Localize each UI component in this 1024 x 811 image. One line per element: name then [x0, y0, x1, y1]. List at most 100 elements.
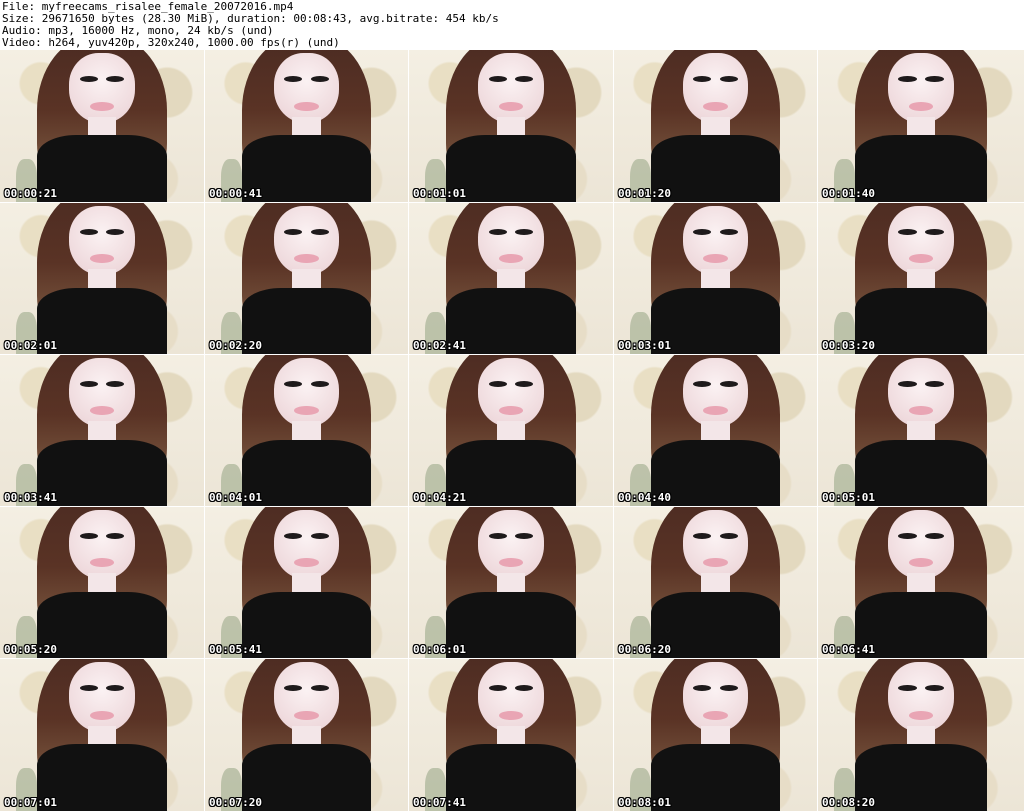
neck [906, 269, 936, 288]
thumbnail-timestamp: 00:02:41 [413, 339, 466, 352]
thumbnail-timestamp: 00:06:41 [822, 643, 875, 656]
lips [908, 710, 934, 720]
face [888, 510, 954, 580]
eye-left [898, 75, 917, 82]
video-thumbnail: 00:07:20 [205, 659, 408, 811]
video-thumbnail: 00:03:41 [0, 355, 204, 506]
eye-right [310, 75, 329, 82]
eye-right [106, 75, 125, 82]
neck [701, 573, 730, 592]
video-thumbnail: 00:04:01 [205, 355, 408, 506]
face [683, 358, 748, 428]
neck [906, 421, 936, 440]
eye-left [898, 532, 917, 539]
eye-right [106, 228, 125, 235]
eye-left [284, 532, 303, 539]
eye-right [925, 228, 944, 235]
video-thumbnail: 00:08:01 [614, 659, 817, 811]
eye-right [925, 75, 944, 82]
face [888, 358, 954, 428]
eye-right [719, 532, 738, 539]
thumbnail-grid: 00:00:21 00:00:41 00:01:01 00:01:20 00:0… [0, 50, 1024, 811]
eye-right [515, 684, 534, 691]
video-thumbnail: 00:05:01 [818, 355, 1024, 506]
video-thumbnail: 00:00:41 [205, 50, 408, 202]
neck [292, 269, 321, 288]
eye-left [693, 380, 712, 387]
eye-left [284, 684, 303, 691]
eye-right [515, 380, 534, 387]
video-thumbnail: 00:04:21 [409, 355, 613, 506]
thumbnail-timestamp: 00:01:20 [618, 187, 671, 200]
face [274, 206, 339, 276]
eye-left [79, 228, 98, 235]
eye-right [515, 75, 534, 82]
lips [908, 101, 934, 111]
eye-left [79, 75, 98, 82]
eye-left [79, 380, 98, 387]
face [69, 662, 135, 732]
neck [87, 116, 117, 136]
thumbnail-timestamp: 00:03:41 [4, 491, 57, 504]
neck [87, 421, 117, 440]
eye-left [693, 532, 712, 539]
eye-left [79, 684, 98, 691]
thumbnail-timestamp: 00:02:01 [4, 339, 57, 352]
face [274, 510, 339, 580]
thumbnail-timestamp: 00:07:41 [413, 796, 466, 809]
video-thumbnail: 00:01:01 [409, 50, 613, 202]
eye-right [515, 532, 534, 539]
face [478, 206, 544, 276]
eye-right [925, 380, 944, 387]
thumbnail-timestamp: 00:02:20 [209, 339, 262, 352]
neck [496, 116, 526, 136]
lips [703, 101, 728, 111]
thumbnail-timestamp: 00:06:20 [618, 643, 671, 656]
video-thumbnail: 00:07:01 [0, 659, 204, 811]
lips [703, 710, 728, 720]
eye-right [515, 228, 534, 235]
eye-left [79, 532, 98, 539]
video-thumbnail: 00:04:40 [614, 355, 817, 506]
lips [294, 101, 319, 111]
neck [292, 116, 321, 136]
video-thumbnail: 00:01:40 [818, 50, 1024, 202]
thumbnail-timestamp: 00:08:20 [822, 796, 875, 809]
lips [498, 710, 524, 720]
face [274, 53, 339, 123]
neck [292, 421, 321, 440]
face [69, 206, 135, 276]
eye-right [310, 532, 329, 539]
neck [87, 725, 117, 745]
face [888, 206, 954, 276]
video-thumbnail: 00:01:20 [614, 50, 817, 202]
video-thumbnail: 00:02:20 [205, 203, 408, 354]
neck [701, 421, 730, 440]
thumbnail-timestamp: 00:06:01 [413, 643, 466, 656]
eye-right [925, 532, 944, 539]
face [274, 662, 339, 732]
video-thumbnail: 00:06:41 [818, 507, 1024, 658]
eye-right [106, 380, 125, 387]
eye-right [310, 684, 329, 691]
video-info-text: Video: h264, yuv420p, 320x240, 1000.00 f… [2, 36, 340, 49]
face [69, 358, 135, 428]
eye-right [925, 684, 944, 691]
neck [906, 116, 936, 136]
thumbnail-timestamp: 00:05:41 [209, 643, 262, 656]
face [478, 662, 544, 732]
eye-left [898, 380, 917, 387]
video-thumbnail: 00:07:41 [409, 659, 613, 811]
thumbnail-timestamp: 00:00:41 [209, 187, 262, 200]
thumbnail-timestamp: 00:01:40 [822, 187, 875, 200]
lips [89, 101, 115, 111]
video-thumbnail: 00:05:41 [205, 507, 408, 658]
thumbnail-timestamp: 00:07:20 [209, 796, 262, 809]
eye-left [488, 75, 507, 82]
eye-right [106, 532, 125, 539]
neck [496, 269, 526, 288]
video-thumbnail: 00:00:21 [0, 50, 204, 202]
eye-left [488, 228, 507, 235]
face [683, 206, 748, 276]
neck [292, 725, 321, 745]
